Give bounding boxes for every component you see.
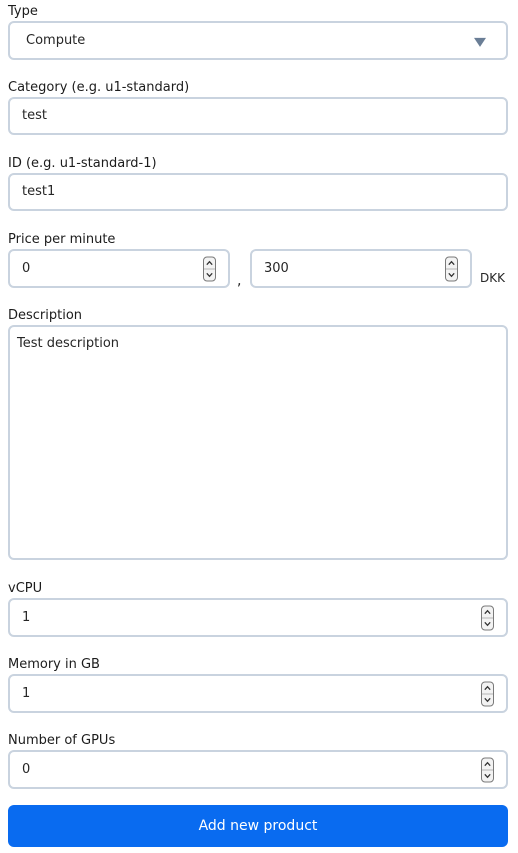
description-textarea[interactable]: Test description [8,325,508,560]
gpus-input[interactable]: 0 [8,750,508,789]
chevron-down-icon[interactable] [482,693,493,705]
add-new-product-button[interactable]: Add new product [8,805,508,847]
price-label: Price per minute [8,232,116,247]
vcpu-input[interactable]: 1 [8,598,508,637]
memory-value: 1 [22,685,31,701]
category-input[interactable]: test [8,97,508,135]
chevron-up-icon[interactable] [482,682,493,693]
gpus-label: Number of GPUs [8,733,116,748]
type-select[interactable]: Compute [8,21,508,60]
id-input[interactable]: test1 [8,173,508,211]
chevron-down-icon[interactable] [204,268,215,280]
chevron-up-icon[interactable] [482,758,493,769]
category-input-value: test [22,108,47,123]
chevron-down-icon[interactable] [446,268,457,280]
currency-label: DKK [480,271,505,285]
price-whole-spinner[interactable] [203,256,216,281]
memory-input[interactable]: 1 [8,674,508,713]
price-whole-value: 0 [22,260,31,276]
chevron-up-icon[interactable] [482,606,493,617]
price-fraction-value: 300 [264,260,289,276]
vcpu-label: vCPU [8,581,43,596]
vcpu-spinner[interactable] [481,605,494,630]
chevron-up-icon[interactable] [204,257,215,268]
gpus-value: 0 [22,761,31,777]
memory-spinner[interactable] [481,681,494,706]
chevron-up-icon[interactable] [446,257,457,268]
description-value: Test description [17,336,120,351]
id-input-value: test1 [22,184,56,199]
vcpu-value: 1 [22,609,31,625]
price-separator: , [237,273,242,289]
type-select-value: Compute [26,32,86,48]
price-fraction-input[interactable]: 300 [250,249,472,288]
chevron-down-icon[interactable] [482,769,493,781]
type-label: Type [8,4,38,19]
id-label: ID (e.g. u1-standard-1) [8,156,157,171]
description-label: Description [8,308,83,323]
memory-label: Memory in GB [8,657,100,672]
chevron-down-icon[interactable] [482,617,493,629]
gpus-spinner[interactable] [481,757,494,782]
price-whole-input[interactable]: 0 [8,249,230,288]
category-label: Category (e.g. u1-standard) [8,80,190,95]
price-fraction-spinner[interactable] [445,256,458,281]
triangle-down-icon [474,37,486,47]
